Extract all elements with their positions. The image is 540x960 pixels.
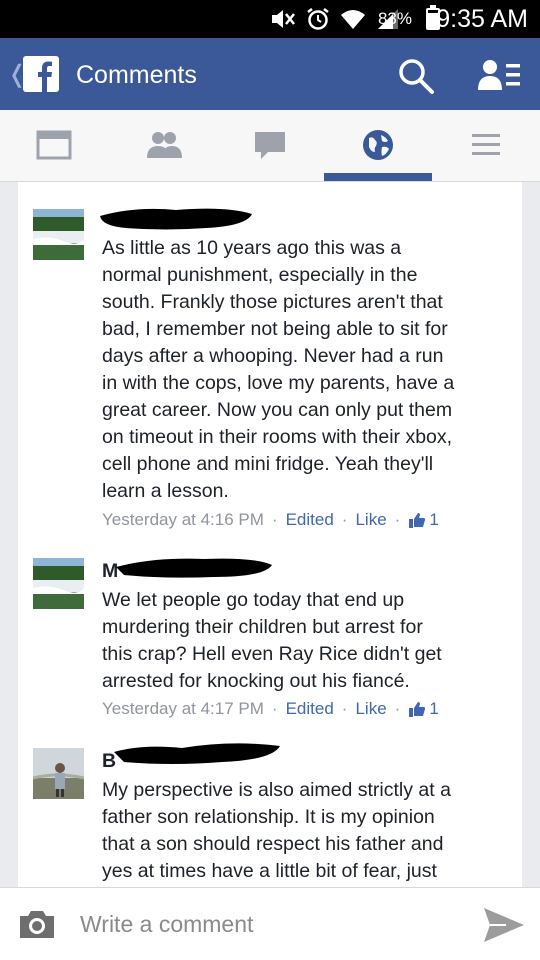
menu-icon [472,134,500,155]
alarm-icon [307,8,329,30]
tab-messages[interactable] [216,110,324,182]
tab-friend-requests[interactable] [108,110,216,182]
friend-requests-icon [147,132,182,158]
redacted-author-name [100,208,252,230]
like-count[interactable]: 1 [429,510,438,530]
friends-icon [478,60,520,90]
avatar[interactable] [33,209,84,260]
comment-input[interactable] [80,908,460,940]
page-title: Comments [76,61,197,89]
separator: · [271,510,278,529]
separator: · [271,699,278,718]
send-button[interactable] [482,906,526,944]
tab-bar [0,110,540,182]
like-button[interactable]: Like [355,510,386,530]
status-bar: 83% 9:35 AM [0,0,540,38]
clock: 9:35 AM [436,5,528,33]
wifi-icon [341,10,365,29]
search-button[interactable] [396,56,436,96]
active-tab-indicator [324,173,432,181]
edited-link[interactable]: Edited [286,699,334,719]
messages-icon [255,132,285,159]
thumbs-up-icon [409,702,426,717]
camera-button[interactable] [18,908,56,940]
notifications-globe-icon [363,130,393,160]
comment-text: As little as 10 years ago this was a nor… [102,237,455,502]
comments-list[interactable]: As little as 10 years ago this was a nor… [18,182,522,887]
redacted-author-name [116,558,272,578]
redacted-author-name [114,743,280,764]
comment-text: My perspective is also aimed strictly at… [102,779,451,882]
separator: · [341,510,348,529]
mute-icon [272,10,295,28]
avatar[interactable] [33,558,84,609]
tab-news-feed[interactable] [0,110,108,182]
search-icon [399,59,434,94]
camera-icon [20,911,54,938]
comment-composer [0,887,540,960]
tab-notifications[interactable] [324,110,432,182]
comment-timestamp: Yesterday at 4:17 PM [102,699,264,718]
friends-list-button[interactable] [476,56,522,96]
comment-timestamp: Yesterday at 4:16 PM [102,510,264,529]
avatar[interactable] [33,748,84,799]
comment-text: We let people go today that end up murde… [102,589,442,692]
tab-menu[interactable] [432,110,540,182]
thumbs-up-icon [409,513,426,528]
separator: · [394,699,401,718]
like-button[interactable]: Like [355,699,386,719]
separator: · [394,510,401,529]
edited-link[interactable]: Edited [286,510,334,530]
comment-meta: Yesterday at 4:16 PM · Edited · Like · 1 [102,510,439,530]
news-feed-icon [36,130,72,160]
battery-percent: 83% [377,9,412,28]
app-bar: ❬ Comments [0,38,540,110]
comment-meta: Yesterday at 4:17 PM · Edited · Like · 1 [102,699,439,719]
separator: · [341,699,348,718]
like-count[interactable]: 1 [429,699,438,719]
send-icon [484,908,524,942]
facebook-logo-icon[interactable] [23,56,59,92]
